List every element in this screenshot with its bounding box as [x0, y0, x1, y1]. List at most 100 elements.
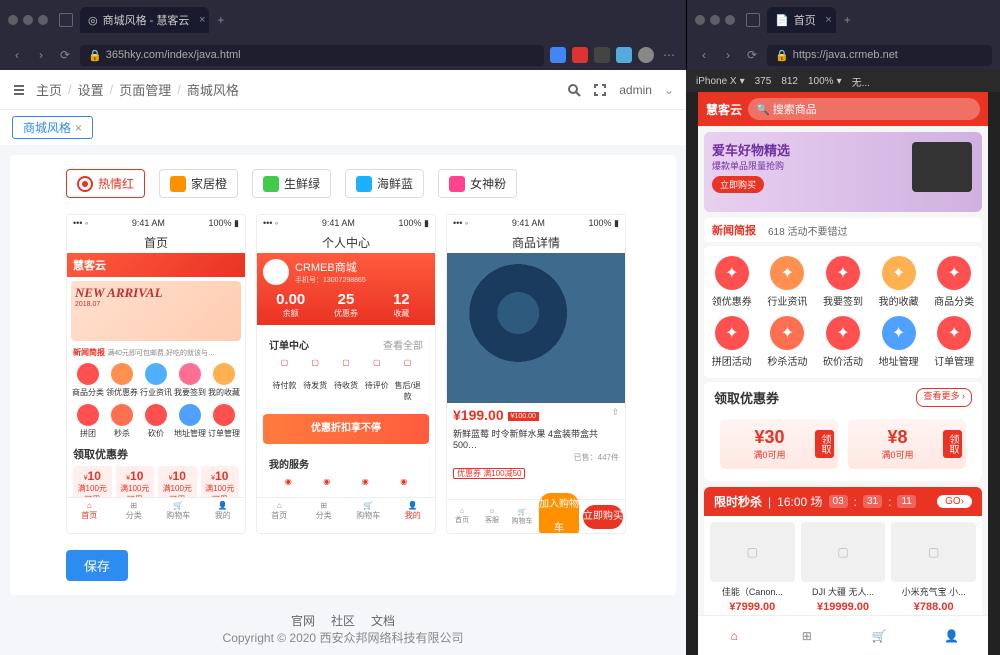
product-card[interactable]: ▢DJI 大疆 无人...¥19999.00 — [801, 522, 886, 613]
sidebar-icon[interactable] — [746, 13, 760, 27]
menu-item[interactable]: ✦行业资讯 — [760, 252, 816, 312]
menu-item[interactable]: ✦领优惠券 — [704, 252, 760, 312]
order-status[interactable]: ▢售后/退款 — [392, 358, 423, 402]
crumb-pages[interactable]: 页面管理 — [119, 80, 171, 99]
menu-item[interactable]: ✦砍价活动 — [815, 312, 871, 372]
tabbar-item[interactable]: ⌂首页 — [257, 498, 302, 533]
page-tab[interactable]: 商城风格× — [12, 116, 93, 139]
tab-cart-icon[interactable]: 🛒 — [843, 616, 916, 655]
avatar-icon[interactable] — [638, 47, 654, 63]
search-icon[interactable] — [567, 83, 581, 97]
order-status[interactable]: ▢待发货 — [300, 358, 331, 402]
tabbar-item[interactable]: 👤我的 — [391, 498, 436, 533]
device-select[interactable]: iPhone X ▾ — [696, 76, 745, 87]
browser-tab[interactable]: ◎商城风格 - 慧客云× — [80, 7, 209, 33]
menu-item[interactable]: 拼团 — [71, 401, 105, 442]
tabbar-item[interactable]: 🛒购物车 — [156, 498, 201, 533]
new-tab-button[interactable]: + — [217, 13, 224, 27]
close-icon[interactable]: × — [825, 14, 831, 26]
sidebar-icon[interactable] — [59, 13, 73, 27]
tabbar-item[interactable]: ⊞分类 — [112, 498, 157, 533]
fullscreen-icon[interactable] — [593, 83, 607, 97]
reload-button[interactable]: ⟳ — [743, 48, 761, 62]
tabbar-item[interactable]: ⌂首页 — [67, 498, 112, 533]
hero-banner[interactable]: NEW ARRIVAL2018.07 — [71, 281, 241, 341]
coupon[interactable]: ¥8满0可用领取 — [848, 419, 966, 469]
home-icon[interactable]: ⌂首页 — [447, 508, 477, 525]
menu-item[interactable]: 商品分类 — [71, 360, 105, 401]
ext-icon[interactable] — [616, 47, 632, 63]
footer-link[interactable]: 文档 — [371, 614, 395, 628]
product-card[interactable]: ▢小米充气宝 小...¥788.00 — [891, 522, 976, 613]
style-option[interactable]: 热情红 — [66, 169, 145, 198]
menu-item[interactable]: 我要签到 — [173, 360, 207, 401]
menu-item[interactable]: ✦我要签到 — [815, 252, 871, 312]
style-option[interactable]: 家居橙 — [159, 169, 238, 198]
product-image[interactable] — [447, 253, 625, 403]
menu-item[interactable]: ✦我的收藏 — [871, 252, 927, 312]
add-cart-button[interactable]: 加入购物车 — [539, 493, 579, 535]
user-menu[interactable]: admin — [619, 83, 652, 97]
menu-item[interactable]: 砍价 — [139, 401, 173, 442]
menu-item[interactable]: 地址管理 — [173, 401, 207, 442]
tabbar-item[interactable]: 👤我的 — [201, 498, 246, 533]
back-button[interactable]: ‹ — [695, 48, 713, 62]
ext-translate-icon[interactable] — [550, 47, 566, 63]
product-card[interactable]: ▢佳能（Canon...¥7999.00 — [710, 522, 795, 613]
buy-now-button[interactable]: 立即购买 — [583, 505, 623, 529]
menu-item[interactable]: 秒杀 — [105, 401, 139, 442]
cart-icon[interactable]: 🛒购物车 — [507, 508, 537, 526]
news-ticker[interactable]: 新闻简报618 活动不要错过 — [704, 218, 982, 242]
style-option[interactable]: 女神粉 — [438, 169, 517, 198]
tab-home-icon[interactable]: ⌂ — [698, 616, 771, 655]
tabbar-item[interactable]: ⊞分类 — [302, 498, 347, 533]
url-field[interactable]: 🔒365hky.com/index/java.html — [80, 45, 544, 66]
close-icon[interactable]: × — [199, 14, 205, 26]
style-option[interactable]: 生鲜绿 — [252, 169, 331, 198]
mobile-viewport: 慧客云 🔍 搜索商品 爱车好物精选 爆款单品限量抢购 立即购买 新闻简报618 … — [698, 92, 988, 655]
reload-button[interactable]: ⟳ — [56, 48, 74, 62]
browser-tab[interactable]: 📄首页× — [767, 7, 836, 33]
service-icon[interactable]: ☺客服 — [477, 508, 507, 525]
menu-item[interactable]: ✦拼团活动 — [704, 312, 760, 372]
view-more-button[interactable]: 查看更多 › — [916, 388, 972, 407]
footer-link[interactable]: 社区 — [331, 614, 355, 628]
order-status[interactable]: ▢待收货 — [331, 358, 362, 402]
right-address-bar: ‹ › ⟳ 🔒https://java.crmeb.net — [686, 40, 1000, 70]
footer-link[interactable]: 官网 — [291, 614, 315, 628]
crumb-settings[interactable]: 设置 — [78, 80, 104, 99]
banner[interactable]: 爱车好物精选 爆款单品限量抢购 立即购买 — [704, 132, 982, 212]
menu-item[interactable]: 我的收藏 — [207, 360, 241, 401]
coupon[interactable]: ¥30满0可用领取 — [720, 419, 838, 469]
menu-item[interactable]: ✦商品分类 — [926, 252, 982, 312]
menu-toggle-icon[interactable] — [12, 83, 26, 97]
ext-icon[interactable] — [594, 47, 610, 63]
new-tab-button[interactable]: + — [844, 13, 851, 27]
menu-item[interactable]: 行业资讯 — [139, 360, 173, 401]
menu-icon[interactable]: ⋯ — [660, 48, 678, 62]
tabbar-item[interactable]: 🛒购物车 — [346, 498, 391, 533]
banner-cta-button[interactable]: 立即购买 — [712, 176, 764, 193]
style-option[interactable]: 海鲜蓝 — [345, 169, 424, 198]
search-input[interactable]: 🔍 搜索商品 — [748, 98, 980, 120]
menu-item[interactable]: 领优惠券 — [105, 360, 139, 401]
back-button[interactable]: ‹ — [8, 48, 26, 62]
zoom-select[interactable]: 100% ▾ — [808, 76, 842, 87]
menu-item[interactable]: ✦订单管理 — [926, 312, 982, 372]
banner-image — [912, 142, 972, 192]
tab-profile-icon[interactable]: 👤 — [916, 616, 989, 655]
go-button[interactable]: GO› — [937, 495, 972, 508]
mobile-tabbar: ⌂ ⊞ 🛒 👤 — [698, 615, 988, 655]
tab-category-icon[interactable]: ⊞ — [771, 616, 844, 655]
menu-item[interactable]: ✦地址管理 — [871, 312, 927, 372]
order-status[interactable]: ▢待付款 — [269, 358, 300, 402]
right-browser-titlebar: 📄首页× + — [686, 0, 1000, 40]
order-status[interactable]: ▢待评价 — [361, 358, 392, 402]
save-button[interactable]: 保存 — [66, 550, 128, 581]
url-field[interactable]: 🔒https://java.crmeb.net — [767, 45, 992, 66]
crumb-home[interactable]: 主页 — [36, 80, 62, 99]
menu-item[interactable]: 订单管理 — [207, 401, 241, 442]
ext-icon[interactable] — [572, 47, 588, 63]
menu-item[interactable]: ✦秒杀活动 — [760, 312, 816, 372]
close-icon[interactable]: × — [75, 121, 82, 135]
